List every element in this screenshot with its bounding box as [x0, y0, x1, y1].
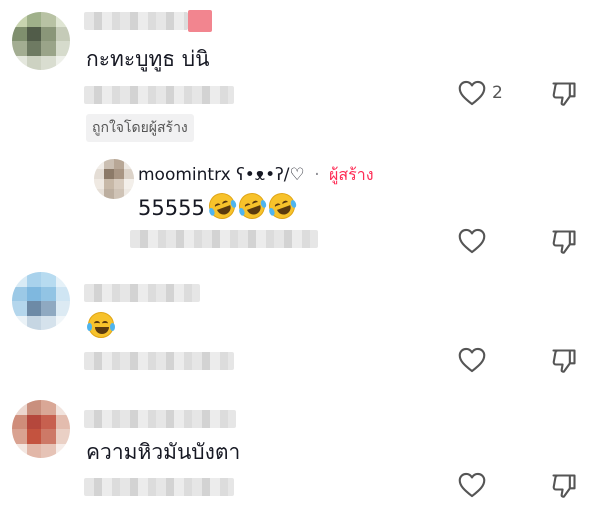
tears-of-joy-emoji-icon [87, 312, 115, 338]
like-button[interactable] [458, 472, 486, 498]
creator-label: ผู้สร้าง [329, 165, 374, 184]
comment-2 [0, 268, 600, 390]
reply-1: moomintrx ʕ•ᴥ•ʔ/♡ · ผู้สร้าง 55555 [0, 150, 600, 268]
dislike-button[interactable] [550, 80, 578, 108]
username-redacted[interactable] [84, 12, 188, 30]
timestamp-redacted [84, 86, 234, 104]
username-redacted[interactable] [84, 284, 200, 302]
like-count: 2 [492, 83, 503, 103]
thumbs-down-icon [550, 228, 578, 256]
creator-avatar[interactable] [94, 159, 134, 199]
heart-outline-icon [458, 228, 486, 254]
dislike-button[interactable] [550, 228, 578, 256]
timestamp-redacted [84, 352, 234, 370]
rofl-emoji-icon [265, 189, 299, 223]
comment-text: กะทะบูทูธ บ่นิ [86, 47, 210, 71]
thumbs-down-icon [550, 472, 578, 500]
avatar[interactable] [12, 400, 70, 458]
comment-1: กะทะบูทูธ บ่นิ ถูกใจโดยผู้สร้าง 2 [0, 0, 600, 150]
liked-by-creator-badge: ถูกใจโดยผู้สร้าง [86, 114, 194, 142]
heart-outline-icon [458, 347, 486, 373]
comment-3: ความหิวมันบังตา [0, 390, 600, 506]
separator-dot: · [314, 165, 320, 185]
reply-username[interactable]: moomintrx ʕ•ᴥ•ʔ/♡ [138, 165, 305, 185]
username-flag-redacted [188, 10, 212, 32]
thumbs-down-icon [550, 80, 578, 108]
like-button[interactable] [458, 228, 486, 254]
heart-outline-icon [458, 80, 486, 106]
like-button[interactable] [458, 347, 486, 373]
comment-text [86, 312, 115, 341]
like-button[interactable]: 2 [458, 80, 503, 106]
avatar[interactable] [12, 272, 70, 330]
dislike-button[interactable] [550, 347, 578, 375]
timestamp-redacted [84, 478, 234, 496]
timestamp-redacted [130, 230, 318, 248]
rofl-emoji-icon [235, 189, 269, 223]
thumbs-down-icon [550, 347, 578, 375]
heart-outline-icon [458, 472, 486, 498]
username-redacted[interactable] [84, 410, 236, 428]
dislike-button[interactable] [550, 472, 578, 500]
reply-text-value: 55555 [138, 196, 205, 220]
reply-username-line: moomintrx ʕ•ᴥ•ʔ/♡ · ผู้สร้าง [138, 163, 374, 188]
avatar[interactable] [12, 12, 70, 70]
comment-text: ความหิวมันบังตา [86, 440, 241, 464]
rofl-emoji-icon [205, 189, 239, 223]
reply-text: 55555 [138, 189, 299, 223]
